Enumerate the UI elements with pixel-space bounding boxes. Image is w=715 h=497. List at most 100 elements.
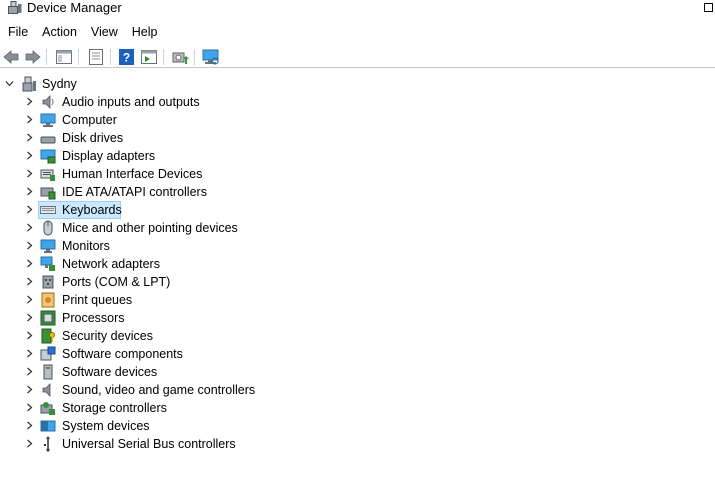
tree-item-network-adapters[interactable]: Network adapters xyxy=(0,255,300,273)
minimize-button[interactable] xyxy=(641,0,687,18)
tree-item-label: Universal Serial Bus controllers xyxy=(62,437,236,451)
chevron-right-icon[interactable] xyxy=(25,133,34,142)
network-adapter-icon xyxy=(40,256,55,271)
chevron-right-icon[interactable] xyxy=(25,439,34,448)
print-queue-icon xyxy=(41,292,55,308)
speaker-icon xyxy=(42,95,54,109)
tree-item-system-devices[interactable]: System devices xyxy=(0,417,300,435)
forward-button[interactable] xyxy=(24,48,42,66)
scan-hardware-icon xyxy=(202,49,219,65)
computer-icon xyxy=(40,113,56,127)
tree-item-processors[interactable]: Processors xyxy=(0,309,300,327)
chevron-right-icon[interactable] xyxy=(25,295,34,304)
tree-item-display-adapters[interactable]: Display adapters xyxy=(0,147,300,165)
software-devices-icon xyxy=(43,364,53,380)
menu-bar: File Action View Help xyxy=(0,22,165,42)
software-components-icon xyxy=(40,346,56,361)
forward-arrow-icon xyxy=(25,50,41,64)
toolbar-separator xyxy=(194,49,195,65)
tree-item-disk-drives[interactable]: Disk drives xyxy=(0,129,300,147)
tree-item-mice-and-other-pointing-devices[interactable]: Mice and other pointing devices xyxy=(0,219,300,237)
update-driver-icon xyxy=(172,52,189,64)
disk-drive-icon xyxy=(40,136,56,144)
tree-item-software-devices[interactable]: Software devices xyxy=(0,363,300,381)
chevron-right-icon[interactable] xyxy=(25,367,34,376)
toolbar-separator xyxy=(46,49,47,65)
chevron-right-icon[interactable] xyxy=(25,403,34,412)
chevron-right-icon[interactable] xyxy=(25,169,34,178)
tree-root-node[interactable]: Sydny xyxy=(0,75,300,93)
chevron-right-icon[interactable] xyxy=(25,115,34,124)
chevron-right-icon[interactable] xyxy=(25,223,34,232)
chevron-right-icon[interactable] xyxy=(25,313,34,322)
scan-hardware-changes-button[interactable] xyxy=(202,48,220,66)
chevron-right-icon[interactable] xyxy=(25,385,34,394)
display-adapter-icon xyxy=(40,149,56,164)
help-button[interactable]: ? xyxy=(117,48,135,66)
tree-item-keyboards[interactable]: Keyboards xyxy=(0,201,300,219)
chevron-right-icon[interactable] xyxy=(25,151,34,160)
security-device-icon xyxy=(41,328,55,344)
back-button[interactable] xyxy=(2,48,20,66)
tree-item-universal-serial-bus-controllers[interactable]: Universal Serial Bus controllers xyxy=(0,435,300,453)
tree-item-computer[interactable]: Computer xyxy=(0,111,300,129)
toolbar-separator xyxy=(110,49,111,65)
chevron-right-icon[interactable] xyxy=(25,241,34,250)
tree-item-label: Sound, video and game controllers xyxy=(62,383,256,397)
chevron-right-icon[interactable] xyxy=(25,349,34,358)
properties-button[interactable] xyxy=(87,48,105,66)
chevron-down-icon[interactable] xyxy=(5,79,14,88)
menu-file[interactable]: File xyxy=(0,22,35,42)
tree-item-label: Mice and other pointing devices xyxy=(62,221,238,235)
chevron-right-icon[interactable] xyxy=(25,277,34,286)
toolbar-separator xyxy=(163,49,164,65)
tree-item-software-components[interactable]: Software components xyxy=(0,345,300,363)
menu-action[interactable]: Action xyxy=(35,22,84,42)
chevron-right-icon[interactable] xyxy=(25,205,34,214)
tree-item-label: Audio inputs and outputs xyxy=(62,95,200,109)
show-hide-action-pane-button[interactable] xyxy=(140,48,158,66)
tree-item-audio-inputs-and-outputs[interactable]: Audio inputs and outputs xyxy=(0,93,300,111)
toolbar: ? xyxy=(0,46,715,68)
tree-item-label: Human Interface Devices xyxy=(62,167,203,181)
tree-item-label: Software devices xyxy=(62,365,158,379)
help-icon: ? xyxy=(118,49,134,65)
computer-root-icon xyxy=(22,76,36,92)
hid-icon xyxy=(40,169,55,181)
chevron-right-icon[interactable] xyxy=(25,331,34,340)
tree-item-ide-ata-atapi-controllers[interactable]: IDE ATA/ATAPI controllers xyxy=(0,183,300,201)
tree-item-ports-com-lpt[interactable]: Ports (COM & LPT) xyxy=(0,273,300,291)
tree-item-label: IDE ATA/ATAPI controllers xyxy=(62,185,207,199)
maximize-button[interactable] xyxy=(685,0,715,18)
keyboard-icon xyxy=(40,206,56,214)
tree-item-sound-video-and-game-controllers[interactable]: Sound, video and game controllers xyxy=(0,381,300,399)
title-bar: Device Manager xyxy=(0,0,715,18)
menu-help[interactable]: Help xyxy=(125,22,165,42)
tree-item-label: Processors xyxy=(62,311,125,325)
tree-item-label: Keyboards xyxy=(62,203,122,217)
menu-view[interactable]: View xyxy=(84,22,125,42)
tree-item-label: Print queues xyxy=(62,293,133,307)
tree-item-monitors[interactable]: Monitors xyxy=(0,237,300,255)
chevron-right-icon[interactable] xyxy=(25,187,34,196)
ports-icon xyxy=(42,275,54,289)
show-hide-console-tree-button[interactable] xyxy=(55,48,73,66)
tree-item-storage-controllers[interactable]: Storage controllers xyxy=(0,399,300,417)
tree-item-label: Storage controllers xyxy=(62,401,167,415)
console-tree-icon xyxy=(56,50,72,64)
tree-item-label: Disk drives xyxy=(62,131,124,145)
monitor-icon xyxy=(40,239,56,253)
properties-icon xyxy=(89,49,103,65)
tree-item-human-interface-devices[interactable]: Human Interface Devices xyxy=(0,165,300,183)
tree-item-security-devices[interactable]: Security devices xyxy=(0,327,300,345)
tree-item-label: System devices xyxy=(62,419,150,433)
chevron-right-icon[interactable] xyxy=(25,259,34,268)
tree-item-print-queues[interactable]: Print queues xyxy=(0,291,300,309)
update-driver-button[interactable] xyxy=(171,48,189,66)
action-pane-icon xyxy=(141,50,157,64)
tree-item-label: Network adapters xyxy=(62,257,160,271)
ide-controller-icon xyxy=(40,187,56,200)
chevron-right-icon[interactable] xyxy=(25,97,34,106)
chevron-right-icon[interactable] xyxy=(25,421,34,430)
tree-item-label: Display adapters xyxy=(62,149,156,163)
